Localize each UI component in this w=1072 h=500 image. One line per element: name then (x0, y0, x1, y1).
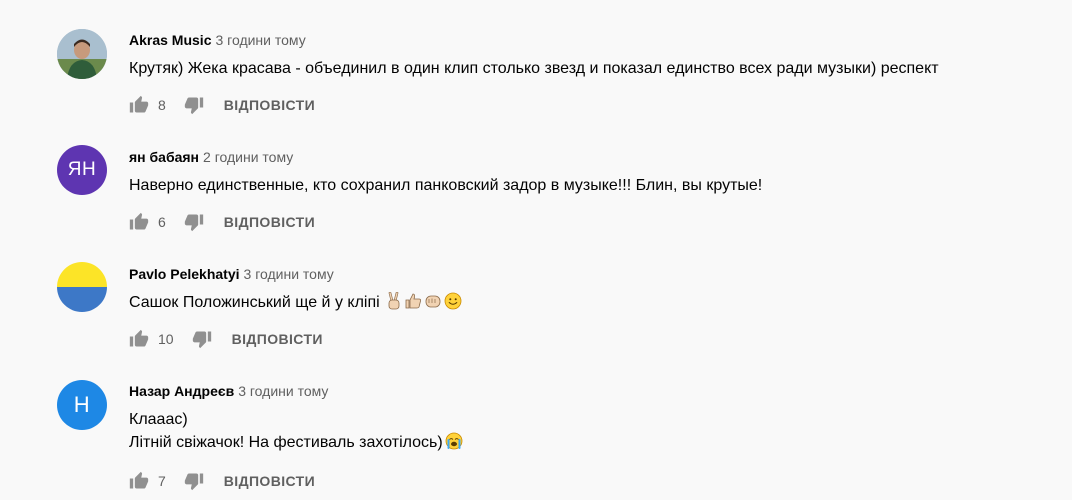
comment-toolbar: 10 ВІДПОВІСТИ (128, 327, 323, 351)
ukraine-flag-avatar (57, 262, 107, 312)
like-button[interactable] (128, 470, 150, 492)
like-button[interactable] (128, 94, 150, 116)
comment-text-line: Крутяк) Жека красава - объединил в один … (129, 60, 939, 77)
comment-time[interactable]: 3 години тому (215, 32, 305, 48)
avatar[interactable] (57, 262, 107, 312)
comments-section: Akras Music 3 години тому Крутяк) Жека кр… (0, 0, 1072, 500)
thumbs-up-emoji (405, 293, 422, 309)
reply-button[interactable]: ВІДПОВІСТИ (232, 331, 323, 347)
thumbs-down-icon (184, 97, 203, 115)
reply-button[interactable]: ВІДПОВІСТИ (224, 214, 315, 230)
comment-toolbar: 6 ВІДПОВІСТИ (128, 210, 315, 234)
comment-toolbar: 7 ВІДПОВІСТИ (128, 469, 315, 493)
thumbs-up-icon (129, 471, 149, 489)
like-count: 6 (158, 214, 166, 230)
dislike-button[interactable] (183, 94, 205, 116)
avatar[interactable] (57, 29, 107, 79)
avatar[interactable]: ЯН (57, 145, 107, 195)
comment-time[interactable]: 3 години тому (238, 383, 328, 399)
comment-author[interactable]: Pavlo Pelekhatyi (129, 266, 240, 282)
like-button[interactable] (128, 211, 150, 233)
avatar[interactable]: Н (57, 380, 107, 430)
like-count: 7 (158, 473, 166, 489)
like-button[interactable] (128, 328, 150, 350)
reply-button[interactable]: ВІДПОВІСТИ (224, 97, 315, 113)
thumbs-up-icon (129, 329, 149, 347)
dislike-button[interactable] (191, 328, 213, 350)
like-count: 8 (158, 97, 166, 113)
thumbs-down-icon (184, 473, 203, 491)
smiling-face-emoji (444, 292, 462, 310)
comment-text: Сашок Положинський ще й у кліпі (129, 292, 462, 314)
comment-text: Клааас) (129, 409, 188, 431)
victory-hand-emoji (388, 292, 400, 310)
comment-text: Літній свіжачок! На фестиваль захотілось… (129, 432, 463, 454)
avatar-photo (57, 29, 107, 79)
comment-text-line: Наверно единственные, кто сохранил панко… (129, 177, 763, 194)
comment-text-line: Сашок Положинський ще й у кліпі (129, 294, 380, 311)
dislike-button[interactable] (183, 470, 205, 492)
thumbs-down-icon (192, 331, 211, 349)
comment-text: Наверно единственные, кто сохранил панко… (129, 175, 762, 197)
comment-author[interactable]: Назар Андреєв (129, 383, 234, 399)
reply-button[interactable]: ВІДПОВІСТИ (224, 473, 315, 489)
comment-time[interactable]: 3 години тому (244, 266, 334, 282)
thumbs-up-icon (129, 95, 149, 113)
comment-author[interactable]: Akras Music (129, 32, 211, 48)
like-count: 10 (158, 331, 174, 347)
thumbs-down-icon (184, 214, 203, 232)
fist-emoji (425, 295, 441, 308)
dislike-button[interactable] (183, 211, 205, 233)
comment-toolbar: 8 ВІДПОВІСТИ (128, 93, 315, 117)
comment-text-line: Клааас) (129, 411, 188, 428)
comment-time[interactable]: 2 години тому (203, 149, 293, 165)
avatar-initials: Н (73, 392, 91, 417)
avatar-initials: ЯН (67, 159, 97, 180)
thumbs-up-icon (129, 212, 149, 230)
comment-text-line: Літній свіжачок! На фестиваль захотілось… (129, 434, 443, 451)
comment-author[interactable]: ян бабаян (129, 149, 199, 165)
crying-face-emoji (445, 432, 463, 450)
comment-text: Крутяк) Жека красава - объединил в один … (129, 58, 939, 80)
